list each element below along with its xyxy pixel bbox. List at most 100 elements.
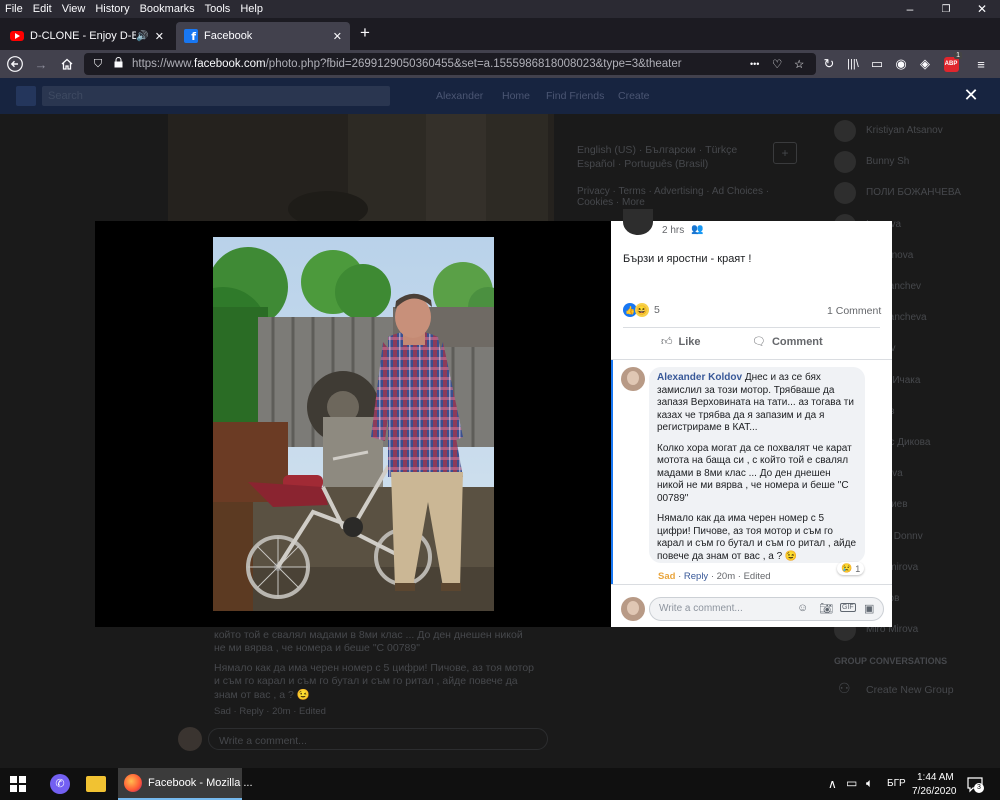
tab-youtube[interactable]: D-CLONE - Enjoy D-Beat & Ro 🔊 ✕: [2, 22, 172, 50]
url-text[interactable]: https://www.facebook.com/photo.php?fbid=…: [132, 58, 682, 70]
close-tab-icon[interactable]: ✕: [155, 30, 164, 43]
edited-label: Edited: [743, 571, 771, 582]
adblock-badge: 1: [954, 52, 962, 59]
firefox-taskbar-button[interactable]: Facebook - Mozilla ...: [118, 768, 253, 800]
dimmed-comment-input: Write a comment...: [208, 728, 548, 750]
post-panel: 2 hrs 👥 Бързи и яростни - краят ! 👍 😆 5 …: [611, 209, 892, 627]
divider: [623, 327, 880, 328]
comment-input[interactable]: Write a comment... ☺ 📷︎ GIF ▣: [649, 597, 884, 621]
languages-line-1: English (US) · Български · Türkçe: [577, 144, 738, 156]
file-explorer-icon[interactable]: [86, 776, 106, 792]
reactions-summary[interactable]: 👍 😆 5: [623, 303, 660, 317]
menu-tools[interactable]: Tools: [200, 3, 236, 15]
shield-icon[interactable]: ⛉: [90, 58, 106, 71]
poster-avatar[interactable]: [623, 209, 653, 235]
photo[interactable]: [213, 237, 494, 611]
network-icon[interactable]: ▭: [846, 776, 857, 790]
reply-link[interactable]: Reply: [684, 571, 708, 582]
windows-start-icon[interactable]: [10, 776, 26, 792]
menu-bookmarks[interactable]: Bookmarks: [135, 3, 200, 15]
speaker-icon[interactable]: 🔊: [136, 31, 148, 42]
photo-viewer: [95, 221, 611, 627]
bookmark-star-icon[interactable]: ☆: [794, 57, 804, 71]
dimmed-facebook-header: Search Alexander Home Find Friends Creat…: [0, 78, 1000, 114]
contact-item: Bunny Sh: [834, 151, 994, 175]
my-avatar[interactable]: [621, 597, 645, 621]
contact-name: Kristiyan Atsanov: [866, 125, 943, 136]
haha-reaction-icon: 😆: [635, 303, 649, 317]
comment-button[interactable]: 🗨︎ Comment: [752, 335, 823, 349]
like-button[interactable]: 👍︎ Like: [661, 335, 701, 349]
comment-count[interactable]: 1 Comment: [827, 305, 881, 317]
friends-audience-icon[interactable]: 👥: [691, 224, 703, 235]
minimize-button[interactable]: –: [892, 0, 928, 18]
new-tab-icon[interactable]: +: [356, 24, 374, 42]
chevron-up-icon[interactable]: ∧: [828, 777, 837, 791]
notifications-icon[interactable]: 3: [966, 775, 984, 793]
clock-date[interactable]: 7/26/2020: [912, 786, 957, 797]
nav-find-friends: Find Friends: [546, 90, 605, 102]
menu-history[interactable]: History: [90, 3, 134, 15]
create-new-group: Create New Group: [866, 684, 954, 696]
contact-avatar: [834, 120, 856, 142]
forward-icon[interactable]: →: [30, 54, 52, 74]
emoji-icon[interactable]: ☺: [797, 602, 808, 614]
comment-actions: Sad · Reply · 20m · Edited: [658, 571, 771, 582]
close-icon[interactable]: ✕: [960, 84, 982, 106]
menu-file[interactable]: File: [0, 3, 28, 15]
menu-bar: File Edit View History Bookmarks Tools H…: [0, 0, 1000, 18]
facebook-logo-icon: [16, 86, 36, 106]
windows-taskbar: ✆ Facebook - Mozilla ... ∧ ▭ 🔈︎ БГР 1:44…: [0, 768, 1000, 800]
firefox-icon: [124, 774, 142, 792]
commenter-avatar[interactable]: [621, 367, 645, 391]
url-bar[interactable]: ⛉ https://www.facebook.com/photo.php?fbi…: [84, 53, 816, 75]
menu-view[interactable]: View: [57, 3, 91, 15]
adblock-icon[interactable]: ABP 1: [940, 52, 962, 74]
group-icon: ⚇: [838, 680, 851, 696]
comment-reaction-badge[interactable]: 😢 1: [837, 562, 865, 575]
reload-icon[interactable]: ↻: [818, 54, 840, 74]
lock-icon[interactable]: [112, 57, 124, 71]
contact-item: Kristiyan Atsanov: [834, 120, 994, 144]
clock-time[interactable]: 1:44 AM: [917, 772, 954, 783]
thumbs-up-icon: 👍︎: [661, 336, 673, 348]
gif-icon[interactable]: GIF: [840, 603, 856, 612]
contact-avatar: [834, 151, 856, 174]
camera-icon[interactable]: 📷︎: [819, 602, 833, 615]
menu-icon[interactable]: ≡: [970, 54, 992, 74]
comment-time[interactable]: 20m: [717, 571, 735, 582]
viber-icon[interactable]: ✆: [50, 774, 70, 794]
library-icon[interactable]: |||\: [842, 54, 864, 74]
add-language-icon: +: [773, 142, 797, 164]
sidebar-icon[interactable]: ▭: [866, 54, 888, 74]
tab-strip: D-CLONE - Enjoy D-Beat & Ro 🔊 ✕ f Facebo…: [0, 18, 1000, 50]
restore-button[interactable]: ❐: [928, 0, 964, 18]
post-time[interactable]: 2 hrs: [662, 225, 684, 236]
sticker-icon[interactable]: ▣: [864, 602, 874, 615]
volume-icon[interactable]: 🔈︎: [866, 776, 873, 791]
close-tab-icon[interactable]: ✕: [333, 30, 342, 43]
account-icon[interactable]: ◉: [890, 54, 912, 74]
nav-create: Create: [618, 90, 650, 102]
comment-input-placeholder: Write a comment...: [659, 603, 743, 614]
sad-reaction-label[interactable]: Sad: [658, 571, 675, 582]
contact-avatar: [834, 182, 856, 205]
nav-home: Home: [502, 90, 531, 102]
facebook-icon: f: [184, 29, 198, 43]
search-input: Search: [42, 86, 390, 106]
language-indicator[interactable]: БГР: [887, 778, 906, 789]
window-close-button[interactable]: ✕: [964, 0, 1000, 18]
comment-author[interactable]: Alexander Koldov: [657, 372, 742, 383]
page-actions-icon[interactable]: •••: [750, 59, 759, 69]
back-icon[interactable]: [4, 54, 26, 74]
extension-icon[interactable]: ◈: [914, 54, 936, 74]
menu-edit[interactable]: Edit: [28, 3, 57, 15]
tab-facebook[interactable]: f Facebook ✕: [176, 22, 350, 50]
sad-reaction-icon: 😢: [841, 563, 853, 573]
contact-name: ПОЛИ БОЖАНЧЕВА: [866, 187, 961, 199]
reaction-count: 5: [654, 304, 660, 316]
menu-help[interactable]: Help: [235, 3, 268, 15]
post-caption: Бързи и яростни - краят !: [623, 253, 752, 265]
home-icon[interactable]: [56, 54, 78, 74]
pocket-icon[interactable]: ♡: [772, 57, 782, 71]
